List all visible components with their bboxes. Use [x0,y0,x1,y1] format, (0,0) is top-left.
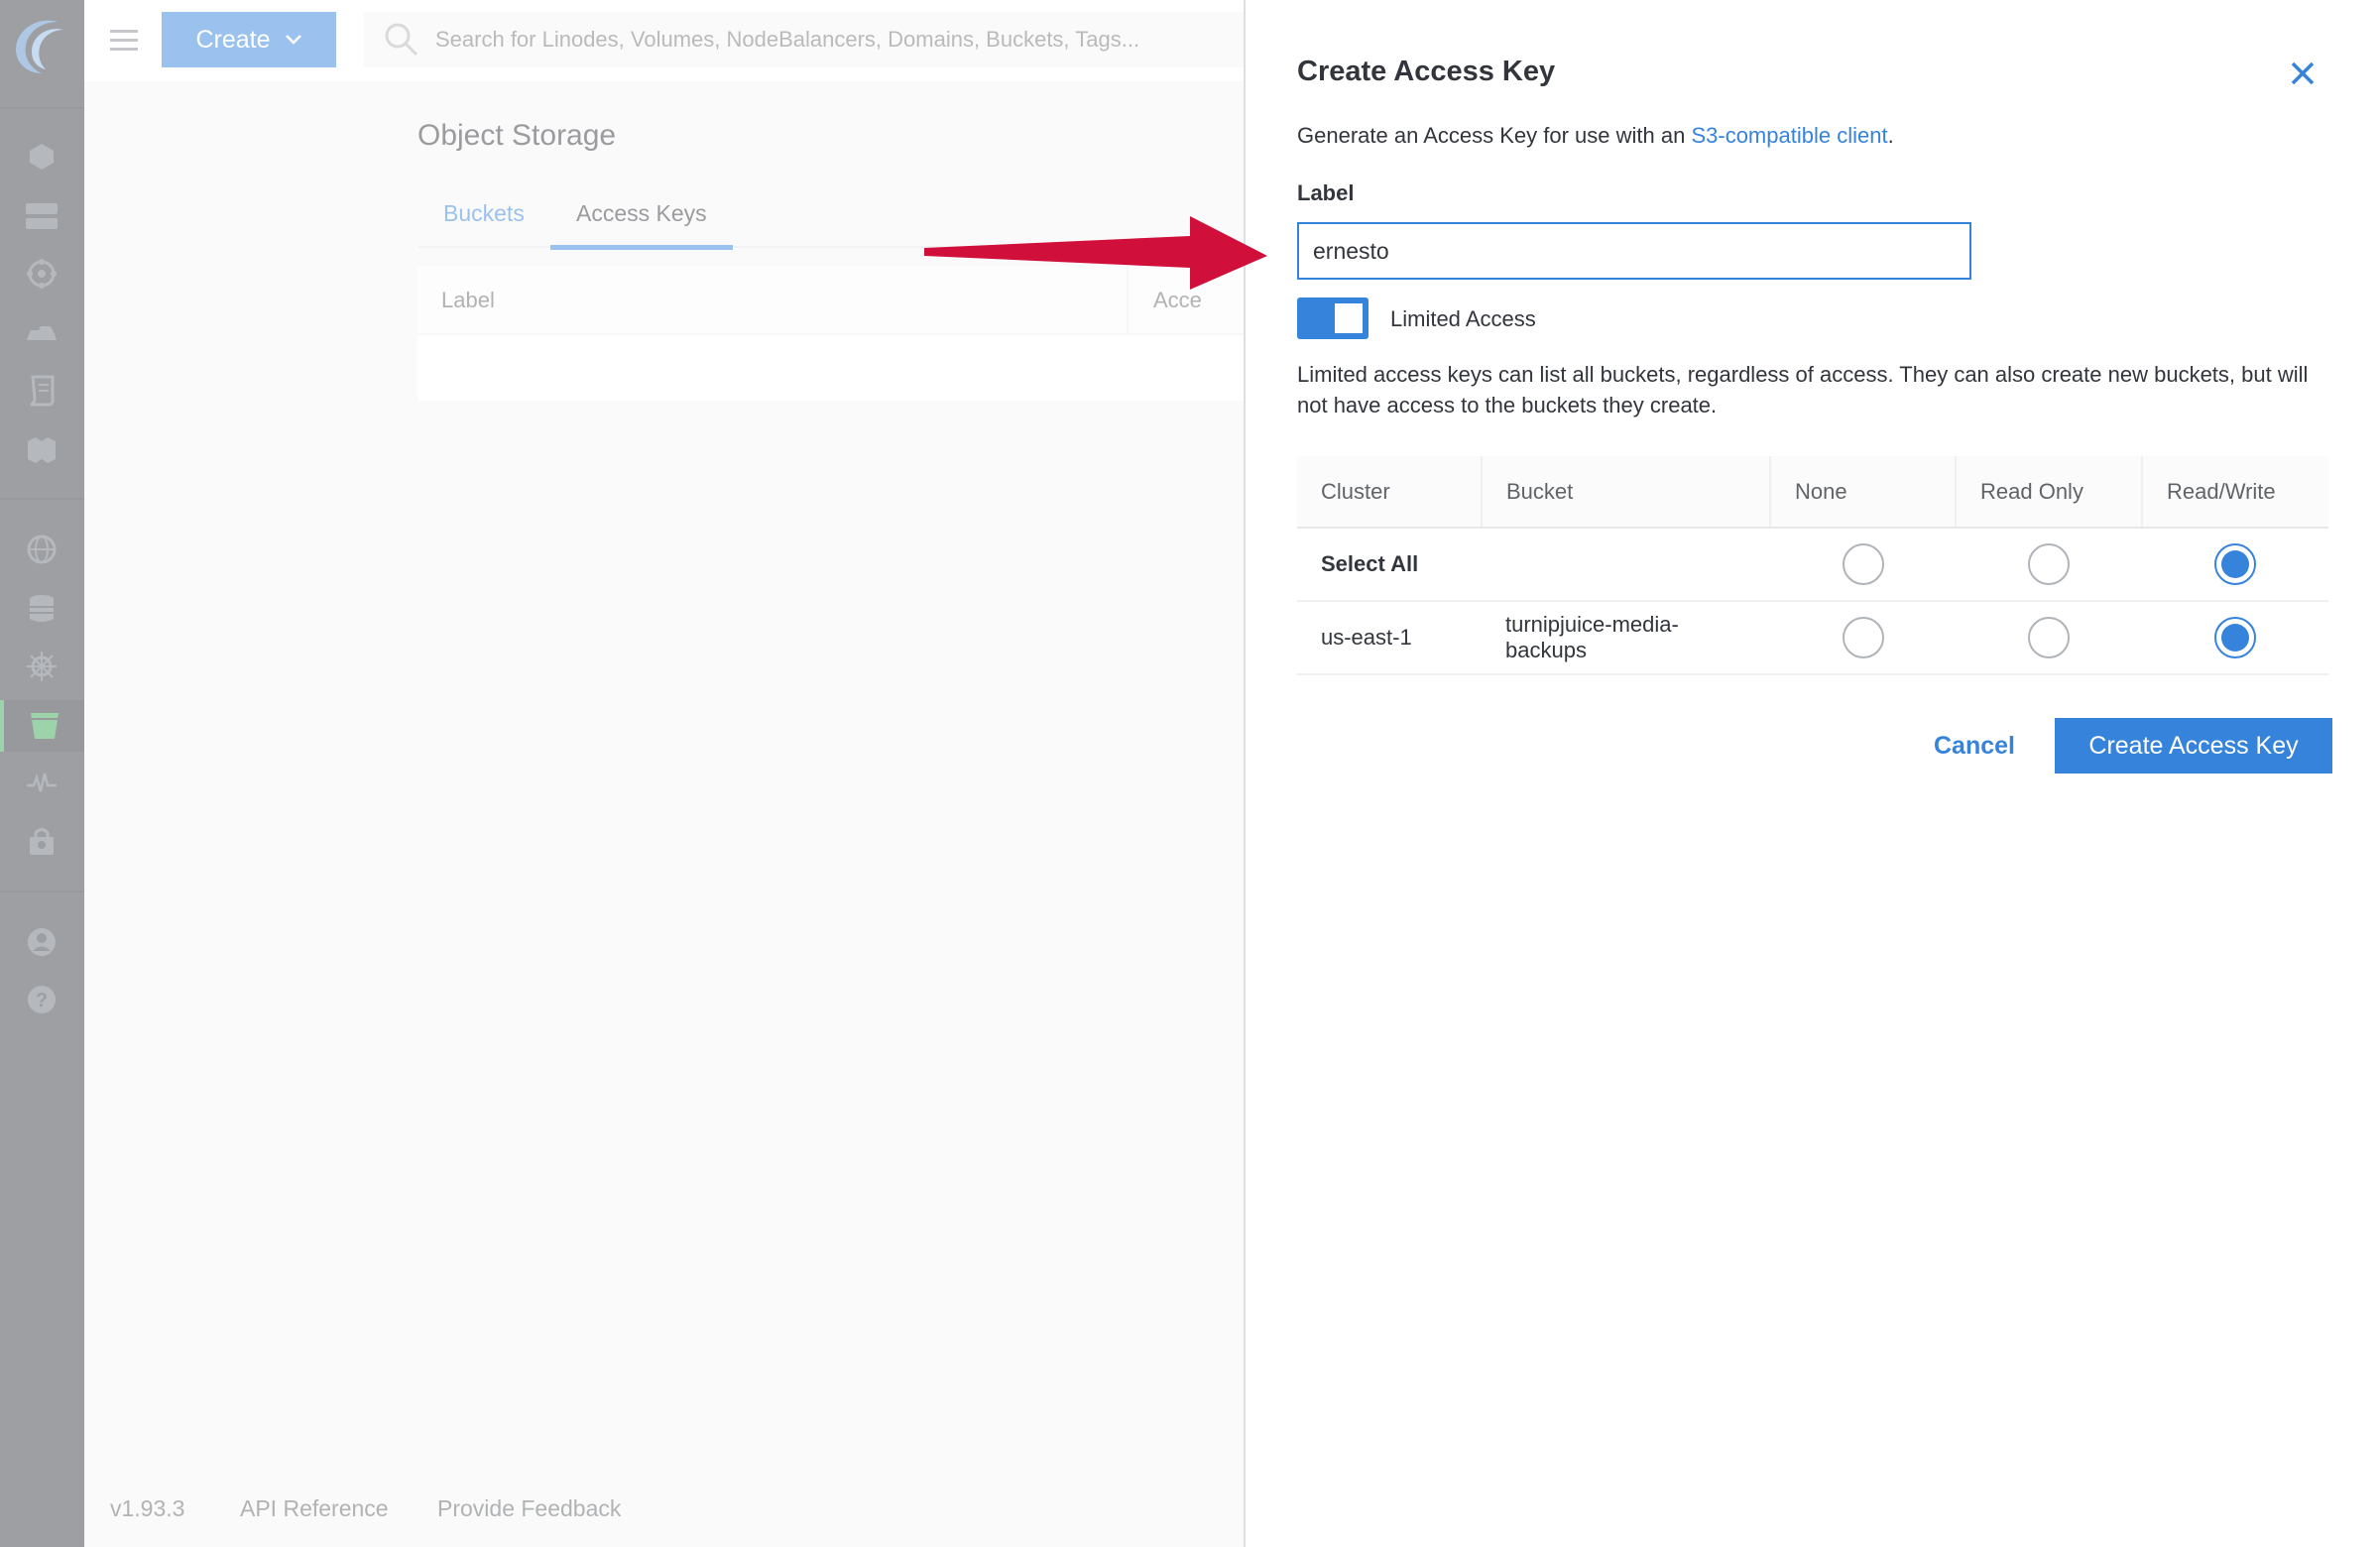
cluster-cell: us-east-1 [1297,601,1482,675]
s3-client-link[interactable]: S3-compatible client [1691,123,1887,148]
column-header-bucket: Bucket [1482,456,1771,529]
none-cell [1770,601,1956,675]
cancel-button[interactable]: Cancel [1902,718,2047,774]
select-all-read-only-radio[interactable] [2028,543,2070,585]
limited-access-toggle[interactable] [1297,298,1368,339]
limited-access-label: Limited Access [1390,306,1536,331]
column-header-read-only: Read Only [1956,456,2143,529]
none-radio[interactable] [1842,617,1884,658]
select-all-none-cell [1770,528,1956,602]
bucket-permissions-table: Cluster Bucket None Read Only Read/Write… [1297,456,2328,675]
column-header-read-write: Read/Write [2142,456,2328,529]
table-row: us-east-1 turnipjuice-media-backups [1297,601,2328,675]
empty-cell [1482,528,1770,602]
create-access-key-button[interactable]: Create Access Key [2055,718,2332,774]
read-only-radio[interactable] [2028,617,2070,658]
read-only-cell [1956,601,2142,675]
drawer-title: Create Access Key [1297,56,1556,87]
toggle-knob [1335,303,1363,333]
select-all-row: Select All [1297,528,2328,602]
limited-access-help-text: Limited access keys can list all buckets… [1297,362,2309,417]
read-write-cell [2142,601,2328,675]
select-all-label: Select All [1297,528,1482,602]
close-icon[interactable] [2287,58,2319,89]
label-input[interactable] [1297,222,1971,280]
description-suffix: . [1887,123,1894,148]
drawer-description: Generate an Access Key for use with an S… [1297,123,1894,149]
bucket-cell: turnipjuice-media-backups [1482,601,1770,675]
bucket-name: turnipjuice-media-backups [1505,612,1679,662]
create-access-key-drawer: Create Access Key Generate an Access Key… [1244,0,2380,1547]
read-write-radio[interactable] [2214,617,2256,658]
select-all-read-write-radio[interactable] [2214,543,2256,585]
label-field-caption: Label [1297,180,1355,205]
table-header-row: Cluster Bucket None Read Only Read/Write [1297,456,2328,529]
annotation-arrow-icon [924,216,1267,290]
select-all-none-radio[interactable] [1842,543,1884,585]
column-header-cluster: Cluster [1297,456,1483,529]
select-all-read-write-cell [2142,528,2328,602]
column-header-none: None [1770,456,1957,529]
description-text: Generate an Access Key for use with an [1297,123,1692,148]
select-all-read-only-cell [1956,528,2142,602]
